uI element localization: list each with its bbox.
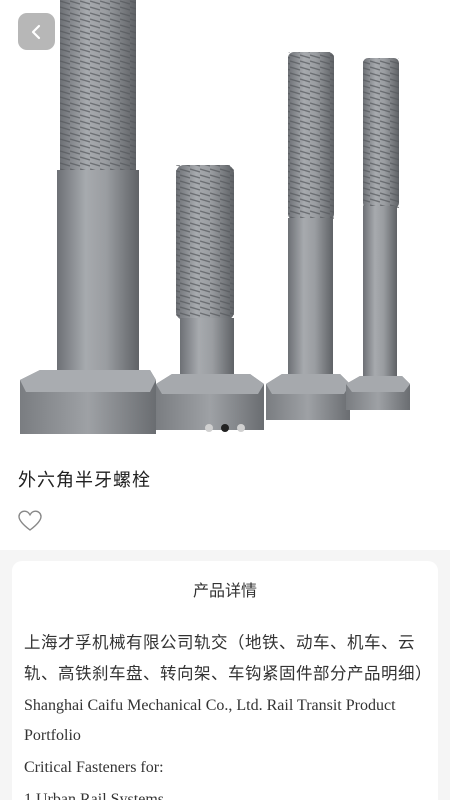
product-title: 外六角半牙螺栓 bbox=[18, 470, 151, 491]
detail-en-line: Shanghai Caifu Mechanical Co., Ltd. Rail… bbox=[24, 697, 396, 744]
detail-en-line: 1.Urban Rail Systems bbox=[24, 791, 164, 800]
chevron-left-icon bbox=[31, 24, 40, 39]
product-info: 外六角半牙螺栓 bbox=[0, 440, 450, 550]
bolts-photo bbox=[20, 0, 410, 434]
carousel-indicator bbox=[0, 424, 450, 432]
detail-en-line: Critical Fasteners for: bbox=[24, 759, 164, 776]
detail-heading: 产品详情 bbox=[192, 581, 257, 600]
back-button[interactable] bbox=[18, 13, 55, 50]
carousel-dot-active[interactable] bbox=[221, 424, 229, 432]
heart-outline-icon[interactable] bbox=[18, 510, 42, 532]
product-page: 外六角半牙螺栓 产品详情 上海才孚机械有限公司轨交（地铁、动车、机车、云轨、高铁… bbox=[0, 0, 450, 800]
product-image-carousel[interactable] bbox=[0, 0, 450, 440]
detail-cn-paragraph: 上海才孚机械有限公司轨交（地铁、动车、机车、云轨、高铁刹车盘、转向架、车钩紧固件… bbox=[24, 633, 432, 683]
product-detail-card: 产品详情 上海才孚机械有限公司轨交（地铁、动车、机车、云轨、高铁刹车盘、转向架、… bbox=[12, 561, 438, 800]
carousel-dot[interactable] bbox=[205, 424, 213, 432]
carousel-dot[interactable] bbox=[237, 424, 245, 432]
